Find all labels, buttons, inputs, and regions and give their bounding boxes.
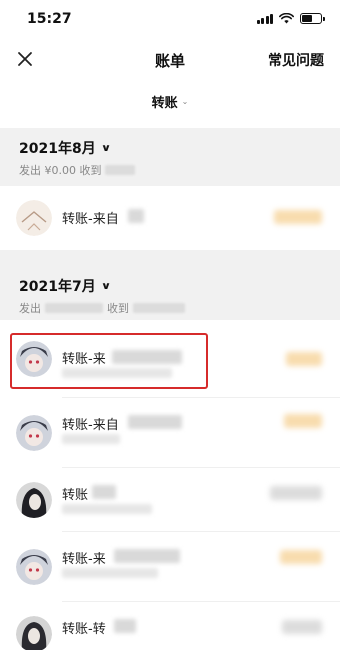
redacted-amount [280, 550, 322, 564]
redacted-name [128, 209, 144, 223]
transaction-row[interactable]: 转账-来 [0, 322, 340, 398]
chevron-down-icon: ∨ [100, 142, 112, 154]
summary-text: 发出 ¥0.00 收到 [19, 164, 102, 177]
month-header-2021-07: 2021年7月 ∨ 发出 收到 [0, 250, 340, 320]
battery-icon [300, 13, 325, 24]
avatar [16, 482, 52, 518]
redacted-time [62, 568, 158, 578]
transaction-title: 转账-来 [62, 352, 106, 367]
status-bar: 15:27 [0, 0, 340, 40]
filter-label: 转账 [151, 96, 178, 111]
chevron-down-icon: ∨ [100, 280, 112, 292]
wifi-icon [279, 13, 294, 24]
close-icon[interactable] [14, 48, 36, 70]
status-time: 15:27 [27, 11, 72, 27]
chevron-down-icon: ⌄ [181, 97, 189, 106]
transaction-row[interactable]: 转账 [0, 468, 340, 532]
nav-bar: 账单 常见问题 [0, 40, 340, 80]
redacted-amount [270, 486, 322, 500]
redacted-amount [133, 303, 185, 313]
redacted-amount [282, 620, 322, 634]
avatar [16, 415, 52, 451]
redacted-name [114, 549, 180, 563]
summary-received-label: 收到 [107, 302, 129, 315]
transaction-row[interactable]: 转账-来自 [0, 186, 340, 250]
transaction-title: 转账-来 [62, 552, 106, 567]
redacted-amount [45, 303, 103, 313]
redacted-name [114, 619, 136, 633]
status-icons [256, 13, 325, 24]
month-summary: 发出 ¥0.00 收到 [19, 162, 136, 178]
redacted-name [92, 485, 116, 499]
transaction-title: 转账-来自 [62, 212, 119, 227]
transaction-row[interactable]: 转账-来 [0, 532, 340, 602]
month-selector[interactable]: 2021年7月 ∨ [19, 276, 112, 296]
redacted-time [62, 434, 120, 444]
redacted-name [128, 415, 182, 429]
redacted-amount [286, 352, 322, 366]
summary-sent-label: 发出 [19, 302, 41, 315]
redacted-amount [284, 414, 322, 428]
transaction-row[interactable]: 转账-转 [0, 602, 340, 650]
redacted-time [62, 504, 152, 514]
transaction-title: 转账-来自 [62, 418, 119, 433]
avatar [16, 341, 52, 377]
month-title: 2021年7月 [19, 279, 96, 295]
month-title: 2021年8月 [19, 141, 96, 157]
transaction-row[interactable]: 转账-来自 [0, 398, 340, 468]
month-header-2021-08: 2021年8月 ∨ 发出 ¥0.00 收到 [0, 128, 340, 186]
redacted-time [62, 368, 172, 378]
transaction-title: 转账 [62, 488, 89, 503]
month-summary: 发出 收到 [19, 300, 185, 316]
avatar [16, 200, 52, 236]
signal-icon [256, 13, 273, 24]
transaction-title: 转账-转 [62, 622, 106, 637]
avatar [16, 616, 52, 650]
month-selector[interactable]: 2021年8月 ∨ [19, 138, 112, 158]
redacted-amount [105, 165, 136, 175]
type-filter-dropdown[interactable]: 转账 ⌄ [0, 92, 340, 111]
redacted-name [112, 350, 182, 364]
avatar [16, 549, 52, 585]
redacted-amount [274, 210, 322, 224]
faq-button[interactable]: 常见问题 [268, 50, 324, 70]
